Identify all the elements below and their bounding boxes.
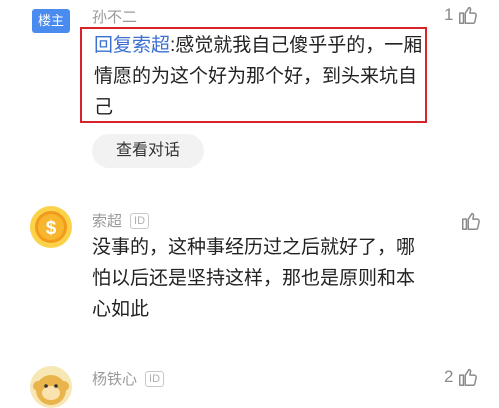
id-badge: ID [130, 213, 150, 229]
like-count: 1 [444, 5, 454, 24]
username-suochao[interactable]: 索超 [92, 213, 122, 230]
reply-content: 回复索超:感觉就我自己傻乎乎的，一厢情愿的为这个好为那个好，到头来坑自己 [94, 30, 428, 123]
username-row-yangtiexin: 杨铁心 ID [92, 368, 165, 389]
coin-avatar-icon: $ [30, 206, 72, 248]
avatar-suochao[interactable]: $ [30, 206, 72, 248]
svg-text:$: $ [46, 218, 57, 239]
op-badge: 楼主 [32, 9, 70, 33]
like-button[interactable]: 1 [444, 4, 479, 26]
username-row-suochao: 索超 ID [92, 210, 150, 231]
view-conversation-button[interactable]: 查看对话 [92, 134, 204, 168]
username-sunbuer[interactable]: 孙不二 [92, 6, 137, 27]
monkey-avatar-icon [30, 366, 72, 408]
reply-mention[interactable]: 索超 [132, 35, 170, 56]
comment-text: 没事的，这种事经历过之后就好了，哪怕以后还是坚持这样，那也是原则和本心如此 [92, 237, 416, 320]
thumbs-up-icon [459, 6, 478, 24]
username-yangtiexin[interactable]: 杨铁心 [92, 371, 137, 388]
reply-prefix: 回复 [94, 35, 133, 56]
thumbs-up-icon [462, 212, 480, 230]
id-badge: ID [145, 371, 165, 387]
like-count: 2 [444, 367, 454, 386]
avatar-yangtiexin[interactable] [30, 366, 72, 408]
thumbs-up-icon [459, 368, 478, 386]
like-button[interactable] [460, 210, 482, 232]
like-button[interactable]: 2 [444, 366, 479, 388]
